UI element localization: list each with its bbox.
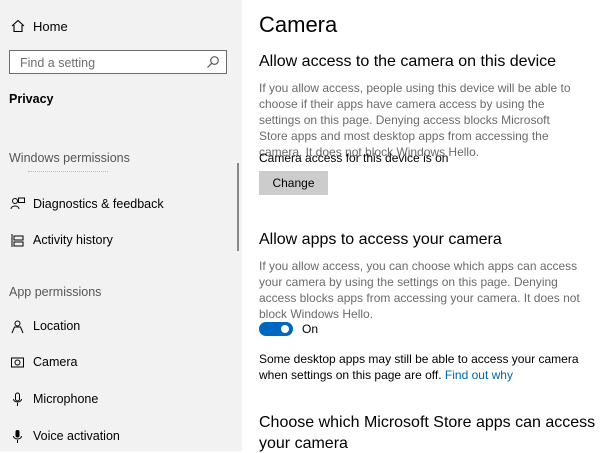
home-icon xyxy=(9,17,27,35)
sidebar-item-label: Diagnostics & feedback xyxy=(33,197,164,211)
section-title: Privacy xyxy=(9,92,54,106)
store-heading-line1: Choose which Microsoft Store apps can ac… xyxy=(259,414,596,431)
voice-icon xyxy=(9,428,25,444)
sidebar-item-label: Camera xyxy=(33,355,78,369)
sidebar: Home Privacy Windows permissions Diagnos… xyxy=(0,0,242,451)
find-out-why-link[interactable]: Find out why xyxy=(445,368,513,382)
sidebar-item-label: Voice activation xyxy=(33,429,120,443)
search-icon[interactable] xyxy=(206,55,220,69)
camera-access-toggle[interactable] xyxy=(259,322,293,336)
sidebar-item-microphone[interactable]: Microphone xyxy=(9,388,234,410)
group-label-windows-permissions: Windows permissions xyxy=(9,151,130,165)
sidebar-item-label: Location xyxy=(33,319,81,333)
location-icon xyxy=(9,318,25,334)
store-section-heading: Choose which Microsoft Store apps can ac… xyxy=(259,414,595,453)
device-section-description: If you allow access, people using this d… xyxy=(259,81,571,159)
apps-section-description: If you allow access, you can choose whic… xyxy=(259,259,580,321)
toggle-knob xyxy=(281,325,289,333)
sidebar-item-activity-history[interactable]: Activity history xyxy=(9,229,234,251)
page-title: Camera xyxy=(259,12,338,37)
group-label-app-permissions: App permissions xyxy=(9,285,102,299)
note-text: Some desktop apps may still be able to a… xyxy=(259,352,579,382)
sidebar-item-diagnostics[interactable]: Diagnostics & feedback xyxy=(9,193,234,215)
divider xyxy=(28,171,108,176)
nav-home[interactable]: Home xyxy=(9,16,68,36)
sidebar-item-camera[interactable]: Camera xyxy=(9,351,234,373)
search-input[interactable] xyxy=(18,53,202,73)
sidebar-item-location[interactable]: Location xyxy=(9,315,234,337)
sidebar-item-label: Activity history xyxy=(33,233,113,247)
search-box[interactable] xyxy=(9,50,227,74)
camera-icon xyxy=(9,354,25,370)
toggle-state-label: On xyxy=(302,322,319,336)
device-section-heading: Allow access to the camera on this devic… xyxy=(259,53,557,70)
device-access-status: Camera access for this device is on xyxy=(259,151,449,165)
desktop-apps-note: Some desktop apps may still be able to a… xyxy=(259,351,589,383)
feedback-icon xyxy=(9,196,25,212)
store-heading-line2: your camera xyxy=(259,435,348,452)
sidebar-scrollbar[interactable] xyxy=(237,163,239,251)
sidebar-item-label: Microphone xyxy=(33,392,99,406)
apps-section-heading: Allow apps to access your camera xyxy=(259,231,502,248)
sidebar-item-voice-activation[interactable]: Voice activation xyxy=(9,425,234,447)
microphone-icon xyxy=(9,391,25,407)
change-button[interactable]: Change xyxy=(259,171,328,195)
timeline-icon xyxy=(9,232,25,248)
nav-home-label: Home xyxy=(33,18,68,34)
